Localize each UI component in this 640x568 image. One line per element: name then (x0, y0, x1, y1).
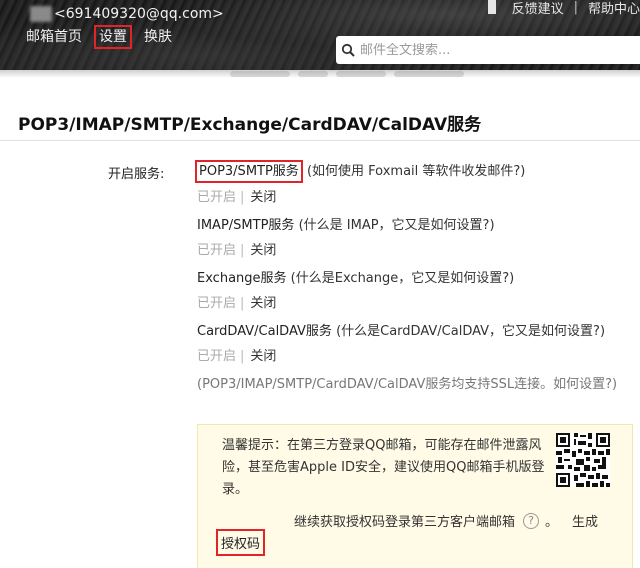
tip-text: 温馨提示：在第三方登录QQ邮箱，可能存在邮件泄露风险，甚至危害Apple ID安… (222, 438, 545, 497)
avatar (30, 6, 52, 22)
service-carddav-caldav: CardDAV/CalDAV服务 (什么是CardDAV/CalDAV，它又是如… (197, 320, 605, 339)
qr-code-icon (556, 433, 610, 487)
service-status-imap-smtp: 已开启 | 关闭 (197, 239, 276, 258)
status-separator: | (240, 190, 245, 205)
status-enabled: 已开启 (197, 243, 237, 258)
disable-button[interactable]: 关闭 (250, 349, 276, 364)
ssl-note: (POP3/IMAP/SMTP/CardDAV/CalDAV服务均支持SSL连接… (197, 377, 618, 392)
nav-settings[interactable]: 设置 (94, 25, 132, 49)
auth-code-instruction-text: 继续获取授权码登录第三方客户端邮箱 (294, 515, 516, 530)
feedback-link[interactable]: 反馈建议 (512, 0, 564, 17)
service-status-carddav-caldav: 已开启 | 关闭 (197, 345, 276, 364)
help-icon[interactable]: ? (523, 512, 540, 529)
account-email: <691409320@qq.com> (54, 6, 224, 22)
section-divider (0, 140, 640, 141)
faded-text-placeholder (230, 62, 490, 77)
service-help-link[interactable]: (什么是CardDAV/CalDAV，它又是如何设置?) (336, 324, 605, 339)
nav-skin[interactable]: 换肤 (142, 28, 174, 49)
status-enabled: 已开启 (197, 296, 237, 311)
service-status-exchange: 已开启 | 关闭 (197, 292, 276, 311)
status-separator: | (240, 349, 245, 364)
service-help-link[interactable]: (什么是 IMAP，它又是如何设置?) (299, 218, 495, 233)
auth-code-instruction: 继续获取授权码登录第三方客户端邮箱 ? 。 生成 (294, 511, 598, 530)
service-exchange: Exchange服务 (什么是Exchange，它又是如何设置?) (197, 267, 514, 286)
search-input[interactable] (360, 42, 630, 58)
service-name-imap-smtp: IMAP/SMTP服务 (197, 218, 295, 233)
nav-mail-home[interactable]: 邮箱首页 (24, 28, 84, 49)
top-links-separator: | (573, 0, 578, 15)
service-help-link[interactable]: (如何使用 Foxmail 等软件收发邮件?) (307, 164, 525, 179)
generate-link[interactable]: 生成 (572, 511, 598, 530)
status-enabled: 已开启 (197, 349, 237, 364)
service-name-exchange: Exchange服务 (197, 271, 287, 286)
status-enabled: 已开启 (197, 190, 237, 205)
top-header: <691409320@qq.com> 反馈建议 | 帮助中心 邮箱首页 设置 换… (0, 0, 640, 70)
service-help-link[interactable]: (什么是Exchange，它又是如何设置?) (291, 271, 515, 286)
service-pop3-smtp: POP3/SMTP服务 (如何使用 Foxmail 等软件收发邮件?) (195, 160, 525, 183)
status-separator: | (240, 243, 245, 258)
top-links: 反馈建议 | 帮助中心 (487, 0, 640, 17)
disable-button[interactable]: 关闭 (250, 190, 276, 205)
period-text: 。 (545, 515, 559, 530)
service-status-pop3-smtp: 已开启 | 关闭 (197, 186, 276, 205)
disable-button[interactable]: 关闭 (250, 296, 276, 311)
status-separator: | (240, 296, 245, 311)
mail-search[interactable] (336, 36, 640, 64)
menu-block-icon (487, 0, 496, 14)
help-center-link[interactable]: 帮助中心 (588, 0, 640, 17)
auth-code-link[interactable]: 授权码 (216, 529, 266, 556)
main-nav: 邮箱首页 设置 换肤 (24, 25, 184, 49)
service-name-pop3-smtp: POP3/SMTP服务 (195, 160, 303, 183)
service-name-carddav-caldav: CardDAV/CalDAV服务 (197, 324, 332, 339)
tip-box: 温馨提示：在第三方登录QQ邮箱，可能存在邮件泄露风险，甚至危害Apple ID安… (197, 424, 633, 568)
disable-button[interactable]: 关闭 (250, 243, 276, 258)
search-icon (336, 36, 360, 64)
enable-service-label: 开启服务: (108, 167, 165, 182)
service-imap-smtp: IMAP/SMTP服务 (什么是 IMAP，它又是如何设置?) (197, 214, 495, 233)
section-title: POP3/IMAP/SMTP/Exchange/CardDAV/CalDAV服务 (18, 115, 482, 135)
